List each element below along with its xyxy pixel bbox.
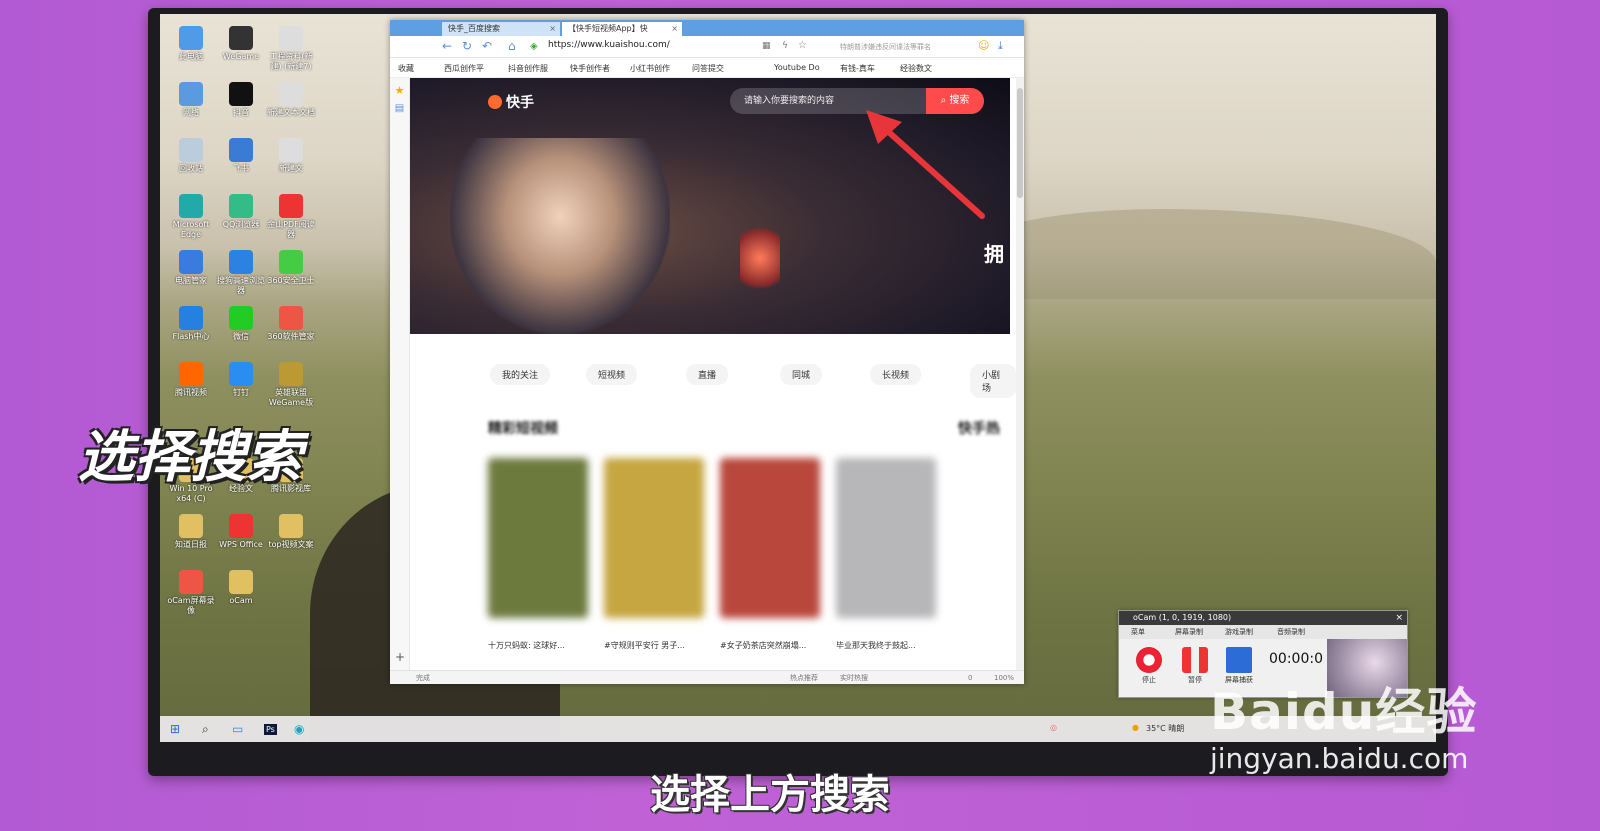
- stop-button[interactable]: 停止: [1133, 647, 1165, 685]
- record-time: 00:00:0: [1269, 651, 1323, 667]
- close-icon[interactable]: ×: [1395, 611, 1403, 625]
- ocam-titlebar: oCam (1, 0, 1919, 1080) ×: [1119, 611, 1407, 625]
- desktop-screen: 此电脑 WeGame 工程资料(新建) (新建7) 网络 抖音 新建文本文档 回收站 飞书 新建…: [160, 14, 1436, 742]
- ocam-title: oCam (1, 0, 1919, 1080): [1133, 613, 1232, 622]
- baidu-watermark: Baidu经验: [1210, 683, 1478, 741]
- ocam-tab[interactable]: 屏幕录制: [1175, 627, 1203, 637]
- photoshop-icon[interactable]: Ps: [264, 724, 277, 735]
- watermark-url: jingyan.baidu.com: [1210, 742, 1469, 775]
- windows-start-icon[interactable]: ⊞: [170, 722, 180, 736]
- file-explorer-icon[interactable]: ▭: [232, 722, 243, 736]
- weather-icon: ●: [1132, 723, 1139, 732]
- pause-label: 暂停: [1188, 676, 1202, 684]
- monitor-icon: [1226, 647, 1252, 673]
- step-caption: 选择搜索: [78, 425, 302, 490]
- ocam-tab[interactable]: 音频录制: [1277, 627, 1305, 637]
- pause-button[interactable]: 暂停: [1179, 647, 1211, 685]
- search-icon[interactable]: ⌕: [202, 722, 209, 737]
- tray-app-icon[interactable]: ◎: [1050, 723, 1057, 732]
- weather-text[interactable]: 35°C 晴朗: [1146, 723, 1184, 734]
- stop-label: 停止: [1142, 676, 1156, 684]
- monitor-frame: 此电脑 WeGame 工程资料(新建) (新建7) 网络 抖音 新建文本文档 回收站 飞书 新建…: [148, 8, 1448, 776]
- ocam-tabs: 菜单 屏幕录制 游戏录制 音频录制: [1119, 625, 1407, 639]
- ocam-tab[interactable]: 菜单: [1131, 627, 1145, 637]
- pause-icon: [1182, 647, 1208, 673]
- stop-icon: [1136, 647, 1162, 673]
- video-subtitle: 选择上方搜索: [650, 772, 890, 818]
- edge-icon[interactable]: ◉: [294, 722, 304, 736]
- ocam-tab[interactable]: 游戏录制: [1225, 627, 1253, 637]
